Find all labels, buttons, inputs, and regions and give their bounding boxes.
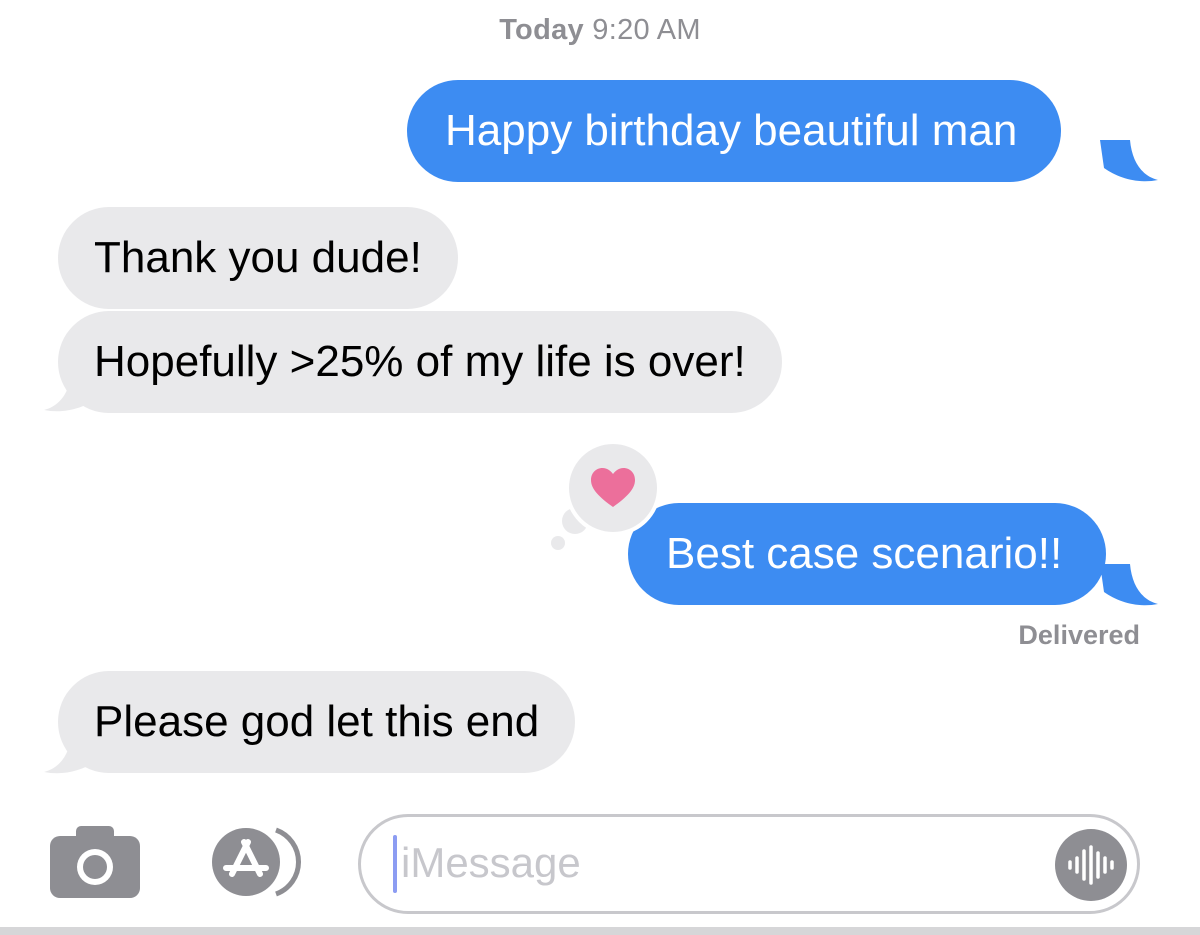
message-text: Please god let this end [94,697,540,746]
delivered-status: Delivered [1018,620,1140,650]
keyboard-divider [0,927,1200,935]
heart-reaction[interactable] [565,440,661,536]
message-bubble-outgoing[interactable]: Best case scenario!! [628,503,1107,605]
conversation-timestamp: Today 9:20 AM [0,14,1200,47]
imessage-input[interactable]: iMessage [358,814,1140,914]
message-bubble-outgoing[interactable]: Happy birthday beautiful man [407,80,1062,182]
input-placeholder: iMessage [401,839,581,886]
message-text: Hopefully >25% of my life is over! [94,337,746,386]
camera-button[interactable] [50,826,140,898]
tapback-dot [551,536,565,550]
message-text: Thank you dude! [94,233,422,282]
timestamp-day: Today [499,14,584,46]
camera-icon [50,826,140,898]
message-bubble-incoming[interactable]: Thank you dude! [58,207,458,309]
message-bubble-incoming[interactable]: Hopefully >25% of my life is over! [58,311,782,413]
heart-icon [591,468,635,507]
message-text: Best case scenario!! [666,529,1063,578]
outgoing-bubble-tail [1100,140,1158,182]
message-bubble-incoming[interactable]: Please god let this end [58,671,576,773]
timestamp-time: 9:20 AM [592,14,701,46]
outgoing-bubble-tail [1100,564,1158,606]
messages-screen: Today 9:20 AM Happy birthday beautiful m… [0,0,1200,935]
audio-waveform-icon [1068,845,1114,885]
app-store-icon [210,826,302,898]
audio-message-button[interactable] [1055,829,1127,901]
message-text: Happy birthday beautiful man [445,106,1018,155]
text-cursor [393,835,397,893]
app-store-button[interactable] [204,826,312,898]
